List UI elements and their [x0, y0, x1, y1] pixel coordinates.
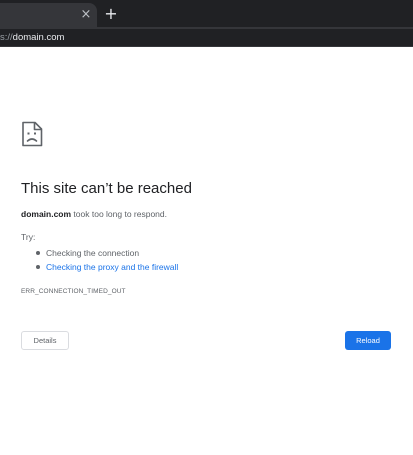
- try-label: Try:: [21, 232, 36, 242]
- url-host: domain.com: [12, 32, 65, 43]
- page-title: This site can’t be reached: [21, 180, 192, 197]
- details-button[interactable]: Details: [21, 331, 69, 350]
- error-description: domain.com took too long to respond.: [21, 208, 167, 220]
- new-tab-button[interactable]: +: [101, 5, 121, 23]
- error-page: This site can’t be reached domain.com to…: [0, 47, 413, 455]
- url-text[interactable]: s://domain.com: [0, 31, 64, 44]
- url-scheme: s://: [0, 32, 13, 43]
- reload-button[interactable]: Reload: [345, 331, 391, 350]
- address-bar[interactable]: s://domain.com: [0, 29, 413, 46]
- sad-page-icon: [22, 121, 43, 147]
- close-icon[interactable]: ×: [78, 7, 94, 23]
- error-host: domain.com: [21, 209, 72, 219]
- error-message: took too long to respond.: [71, 209, 167, 219]
- suggestion-list: Checking the connection Checking the pro…: [35, 247, 178, 275]
- browser-toolbar: s://domain.com: [0, 27, 413, 47]
- tab-strip: × +: [0, 0, 413, 27]
- error-code: ERR_CONNECTION_TIMED_OUT: [21, 288, 126, 295]
- suggestion-check-connection: Checking the connection: [35, 247, 178, 259]
- suggestion-check-proxy-link[interactable]: Checking the proxy and the firewall: [35, 261, 178, 273]
- active-tab[interactable]: ×: [0, 3, 97, 27]
